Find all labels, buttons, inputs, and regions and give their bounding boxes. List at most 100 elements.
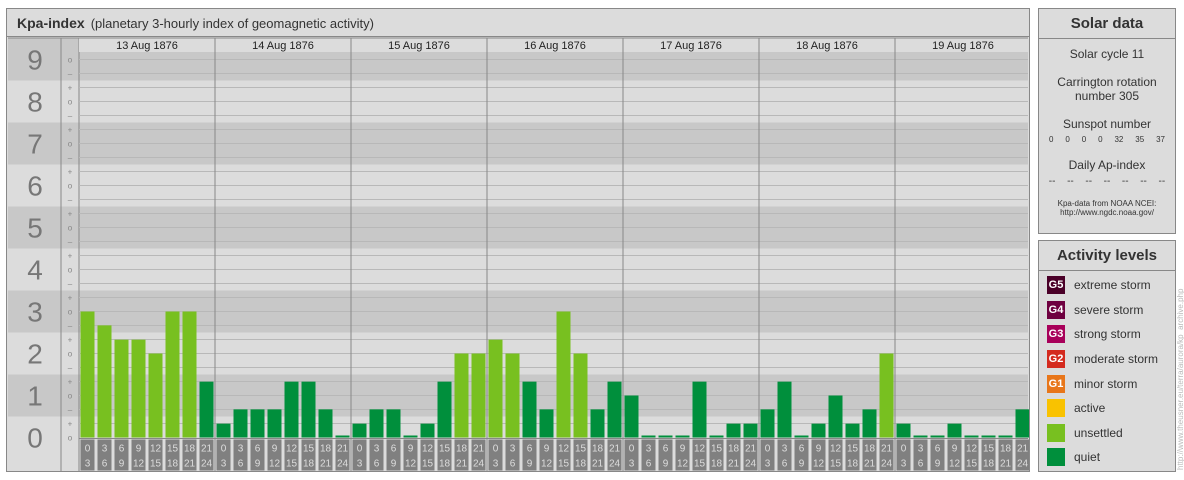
interval-end: 3 — [493, 459, 499, 470]
interval-end: 18 — [439, 459, 451, 470]
interval-end: 24 — [609, 459, 621, 470]
legend-swatch: G5 — [1047, 276, 1065, 295]
legend-item: G5 extreme storm — [1039, 273, 1175, 298]
interval-start: 15 — [439, 444, 451, 455]
interval-start: 3 — [782, 444, 788, 455]
interval-end: 6 — [102, 459, 108, 470]
kp-bar — [199, 381, 214, 438]
interval-end: 6 — [510, 459, 516, 470]
y-subtick-label: – — [68, 112, 73, 121]
kp-bar — [284, 381, 299, 438]
interval-start: 15 — [167, 444, 179, 455]
y-subtick-label: – — [68, 406, 73, 415]
kp-bar — [352, 423, 367, 438]
y-tick-label: 4 — [27, 255, 43, 286]
legend-swatch — [1047, 423, 1065, 442]
day-label: 16 Aug 1876 — [524, 40, 586, 52]
kp-bar — [505, 353, 520, 438]
interval-start: 12 — [286, 444, 298, 455]
sunspot-label: Sunspot number — [1062, 117, 1152, 131]
y-tick-label: 5 — [27, 213, 43, 244]
y-subtick-label: + — [68, 126, 73, 135]
sunspot-value: 35 — [1135, 135, 1145, 144]
source-link[interactable]: http://www.ngdc.noaa.gov/ — [1039, 208, 1175, 217]
legend-item: G4 severe storm — [1039, 298, 1175, 323]
sunspot-value: 0 — [1081, 135, 1087, 144]
kp-bar — [488, 339, 503, 438]
interval-start: 9 — [272, 444, 278, 455]
interval-end: 9 — [663, 459, 669, 470]
interval-end: 15 — [150, 459, 162, 470]
interval-start: 12 — [422, 444, 434, 455]
solar-cycle: Solar cycle 11 — [1069, 47, 1145, 61]
legend-item: G3 strong storm — [1039, 322, 1175, 347]
kp-bar — [998, 435, 1013, 438]
interval-start: 21 — [473, 444, 485, 455]
interval-end: 18 — [575, 459, 587, 470]
activity-levels-panel: Activity levels G5 extreme storm G4 severe … — [1038, 240, 1176, 472]
interval-start: 12 — [558, 444, 570, 455]
y-subtick-label: o — [68, 98, 73, 107]
interval-start: 15 — [983, 444, 995, 455]
interval-end: 3 — [629, 459, 635, 470]
interval-end: 12 — [133, 459, 145, 470]
interval-start: 18 — [864, 444, 876, 455]
y-subtick-label: o — [68, 434, 73, 443]
interval-start: 15 — [303, 444, 315, 455]
kp-bar — [420, 423, 435, 438]
legend-item: unsettled — [1039, 421, 1175, 446]
interval-start: 3 — [238, 444, 244, 455]
legend-swatch: G2 — [1047, 350, 1065, 369]
kp-bar — [964, 435, 979, 438]
subtitle-text: (planetary 3-hourly index of geomagnetic… — [90, 16, 374, 31]
interval-start: 9 — [816, 444, 822, 455]
interval-end: 18 — [167, 459, 179, 470]
interval-start: 9 — [408, 444, 414, 455]
interval-start: 15 — [575, 444, 587, 455]
ap-value: -- — [1067, 176, 1074, 187]
ap-label: Daily Ap-index — [1068, 158, 1146, 172]
legend-item: quiet — [1039, 445, 1175, 470]
kp-bar — [743, 423, 758, 438]
y-subtick-label: o — [68, 350, 73, 359]
interval-end: 21 — [1000, 459, 1012, 470]
interval-start: 6 — [391, 444, 397, 455]
title-text: Kpa-index — [17, 15, 85, 31]
interval-end: 12 — [269, 459, 281, 470]
interval-start: 6 — [527, 444, 533, 455]
kp-bar-chart: 0123456789o+o+–o+–o+–o+–o+–o+–o+–o+–o–13… — [8, 37, 1029, 471]
y-subtick-label: – — [68, 196, 73, 205]
y-subtick-label: – — [68, 280, 73, 289]
kp-bar — [165, 311, 180, 438]
legend-item: G1 minor storm — [1039, 371, 1175, 396]
kp-bar — [913, 435, 928, 438]
legend-label: extreme storm — [1074, 278, 1151, 293]
kp-bar — [658, 435, 673, 438]
interval-start: 0 — [221, 444, 227, 455]
y-subtick-label: – — [68, 364, 73, 373]
interval-start: 9 — [952, 444, 958, 455]
interval-end: 9 — [255, 459, 261, 470]
y-subtick-label: + — [68, 168, 73, 177]
interval-start: 3 — [374, 444, 380, 455]
kp-bar — [760, 409, 775, 438]
day-label: 18 Aug 1876 — [796, 40, 858, 52]
interval-end: 6 — [374, 459, 380, 470]
y-subtick-label: + — [68, 294, 73, 303]
interval-end: 15 — [966, 459, 978, 470]
interval-start: 21 — [1017, 444, 1029, 455]
kp-bar — [335, 435, 350, 438]
sunspot-values: 0 0 0 0 32 35 37 — [1039, 135, 1175, 144]
kp-bar — [1015, 409, 1029, 438]
interval-start: 21 — [881, 444, 893, 455]
interval-end: 9 — [799, 459, 805, 470]
interval-end: 24 — [337, 459, 349, 470]
interval-end: 21 — [864, 459, 876, 470]
interval-start: 12 — [966, 444, 978, 455]
legend-label: unsettled — [1074, 425, 1123, 440]
interval-end: 15 — [830, 459, 842, 470]
interval-start: 0 — [357, 444, 363, 455]
legend-label: active — [1074, 401, 1106, 416]
interval-end: 9 — [527, 459, 533, 470]
sunspot-value: 32 — [1114, 135, 1124, 144]
